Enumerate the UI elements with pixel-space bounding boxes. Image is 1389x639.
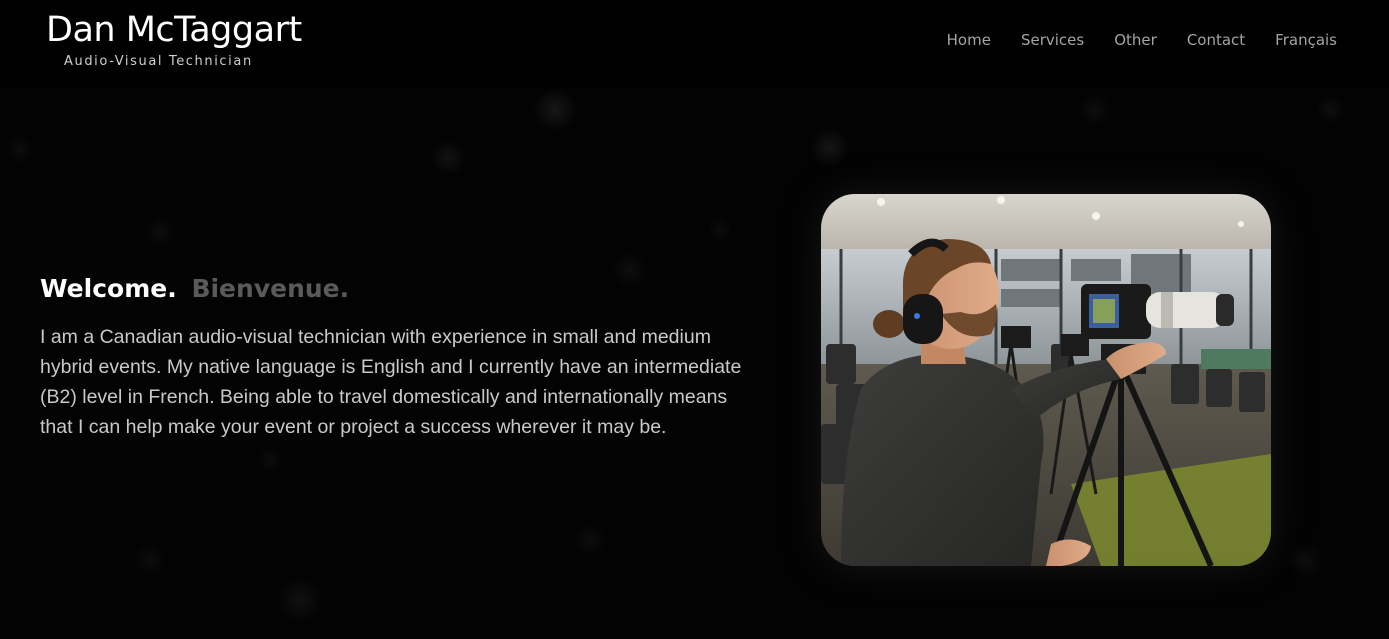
welcome-heading: Welcome. Bienvenue. xyxy=(40,272,760,306)
nav-item-language[interactable]: Français xyxy=(1275,30,1337,50)
site-header: Dan McTaggart Audio-Visual Technician Ho… xyxy=(0,0,1389,88)
brand-tagline: Audio-Visual Technician xyxy=(64,54,253,69)
nav-item-services[interactable]: Services xyxy=(1021,30,1084,50)
heading-french: Bienvenue. xyxy=(191,274,350,303)
brand-logo[interactable]: Dan McTaggart Audio-Visual Technician xyxy=(46,8,302,69)
main-nav: Home Services Other Contact Français xyxy=(947,30,1337,50)
nav-item-other[interactable]: Other xyxy=(1114,30,1157,50)
brand-name: Dan McTaggart xyxy=(46,10,302,50)
nav-item-home[interactable]: Home xyxy=(947,30,991,50)
heading-english: Welcome. xyxy=(40,274,177,303)
technician-photo xyxy=(821,194,1271,566)
nav-item-contact[interactable]: Contact xyxy=(1187,30,1245,50)
intro-section: Welcome. Bienvenue. I am a Canadian audi… xyxy=(40,272,760,462)
intro-paragraph: I am a Canadian audio-visual technician … xyxy=(40,326,742,438)
technician-with-camera-photo xyxy=(821,194,1271,566)
